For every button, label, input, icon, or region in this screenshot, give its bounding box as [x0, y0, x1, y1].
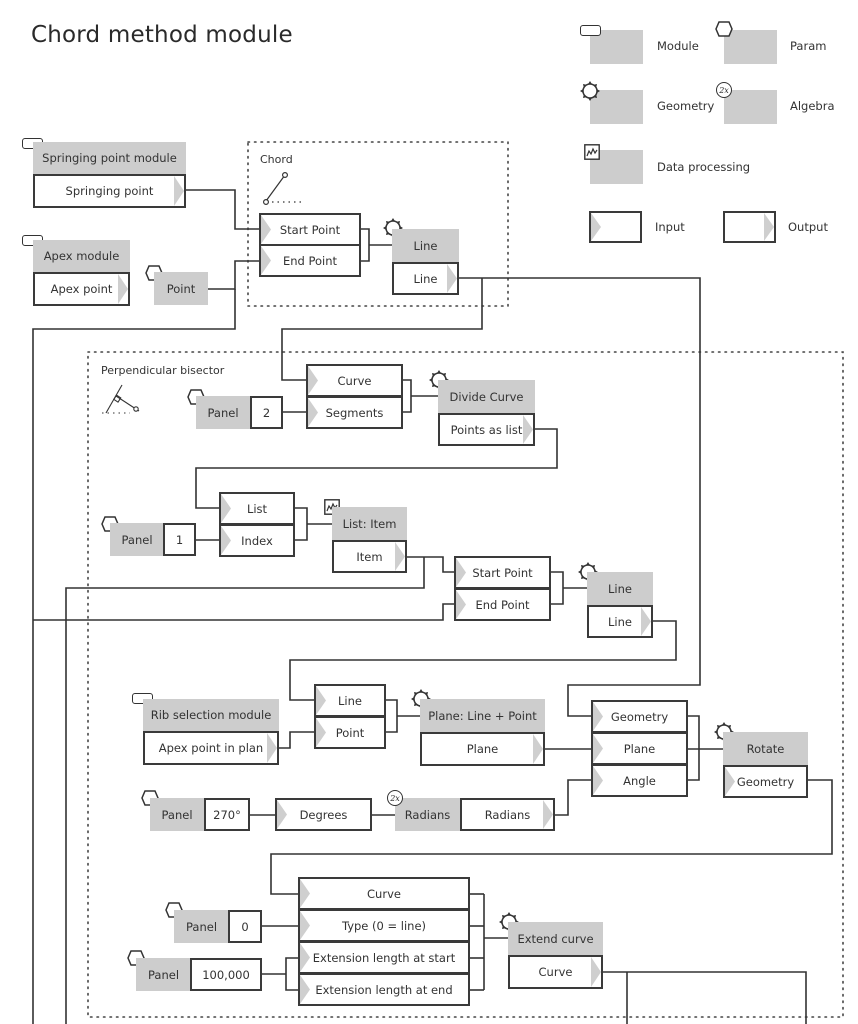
wire-springing-start: [186, 189, 259, 230]
bisector-start-point-input[interactable]: Start Point: [454, 556, 551, 589]
extend-curve-header: Extend curve: [508, 922, 603, 955]
chord-end-point-input[interactable]: End Point: [259, 244, 361, 277]
radians-header: Radians: [395, 798, 460, 831]
divide-curve-header: Divide Curve: [438, 380, 535, 413]
chord-line-output[interactable]: Line: [392, 262, 459, 295]
chord-region-label: Chord: [260, 153, 293, 166]
panel-1-value[interactable]: 1: [163, 523, 196, 556]
bisector-end-point-input[interactable]: End Point: [454, 588, 551, 621]
legend-algebra-label: Algebra: [790, 99, 835, 113]
data-processing-icon: [584, 144, 600, 160]
springing-point-output[interactable]: Springing point: [33, 174, 186, 208]
panel-270-value[interactable]: 270°: [204, 798, 250, 831]
module-icon: [580, 25, 601, 36]
legend-input-swatch: [589, 211, 642, 243]
apex-point-in-plan-output[interactable]: Apex point in plan: [143, 731, 279, 765]
page-title: Chord method module: [31, 22, 293, 48]
panel-2-value[interactable]: 2: [250, 396, 283, 429]
algebra-icon: 2x: [716, 82, 732, 98]
divide-curve-input[interactable]: Curve: [306, 364, 403, 397]
plane-line-point-header: Plane: Line + Point: [420, 699, 545, 732]
points-as-list-output[interactable]: Points as list: [438, 413, 535, 446]
extend-curve-output[interactable]: Curve: [508, 955, 603, 989]
rib-module-header: Rib selection module: [143, 699, 279, 731]
rotate-geometry-input[interactable]: Geometry: [591, 700, 688, 733]
bisector-diagram-icon: [102, 384, 140, 414]
bisector-line-output[interactable]: Line: [587, 605, 653, 638]
chord-diagram-icon: [263, 172, 303, 206]
extend-type-input[interactable]: Type (0 = line): [298, 909, 470, 942]
legend-module-label: Module: [657, 39, 699, 53]
hexagon-icon: [715, 21, 733, 37]
geometry-icon: [579, 80, 601, 102]
point-param[interactable]: Point: [154, 272, 208, 305]
panel-0-value[interactable]: 0: [228, 910, 262, 943]
legend-algebra-swatch: [724, 90, 777, 124]
panel-0-header: Panel: [174, 910, 229, 943]
extend-curve-input[interactable]: Curve: [298, 877, 470, 910]
apex-module-header: Apex module: [33, 240, 130, 272]
apex-point-output[interactable]: Apex point: [33, 272, 130, 306]
legend-param-label: Param: [790, 39, 827, 53]
legend-output-swatch: [723, 211, 776, 243]
item-output[interactable]: Item: [332, 540, 407, 573]
rotate-geometry-output[interactable]: Geometry: [723, 765, 808, 798]
chord-start-point-input[interactable]: Start Point: [259, 213, 361, 246]
legend-output-label: Output: [788, 220, 828, 234]
legend-input-label: Input: [655, 220, 685, 234]
list-item-header: List: Item: [332, 507, 407, 540]
extension-length-start-input[interactable]: Extension length at start: [298, 941, 470, 974]
plane-line-input[interactable]: Line: [314, 684, 386, 717]
extension-length-end-input[interactable]: Extension length at end: [298, 973, 470, 1006]
rotate-plane-input[interactable]: Plane: [591, 732, 688, 765]
chord-line-header: Line: [392, 229, 459, 262]
legend-geometry-label: Geometry: [657, 99, 715, 113]
wire-extend-out: [603, 971, 807, 1024]
panel-100000-value[interactable]: 100,000: [190, 958, 262, 991]
springing-module-header: Springing point module: [33, 142, 186, 174]
rotate-angle-input[interactable]: Angle: [591, 764, 688, 797]
wire-chord-line-rotate: [459, 277, 701, 717]
bisector-region-label: Perpendicular bisector: [101, 364, 225, 377]
wire-point-end: [208, 260, 259, 290]
rotate-header: Rotate: [723, 732, 808, 765]
panel-1-header: Panel: [110, 523, 164, 556]
degrees-input[interactable]: Degrees: [275, 798, 372, 831]
panel-2-header: Panel: [196, 396, 250, 429]
plane-output[interactable]: Plane: [420, 732, 545, 766]
algebra-icon: 2x: [387, 790, 403, 806]
bisector-line-header: Line: [587, 572, 653, 605]
plane-point-input[interactable]: Point: [314, 716, 386, 749]
index-input[interactable]: Index: [219, 524, 295, 557]
list-input[interactable]: List: [219, 492, 295, 525]
panel-100000-header: Panel: [136, 958, 191, 991]
panel-270-header: Panel: [150, 798, 204, 831]
legend-data-processing-label: Data processing: [657, 160, 751, 174]
divide-segments-input[interactable]: Segments: [306, 396, 403, 429]
radians-output[interactable]: Radians: [460, 798, 555, 831]
